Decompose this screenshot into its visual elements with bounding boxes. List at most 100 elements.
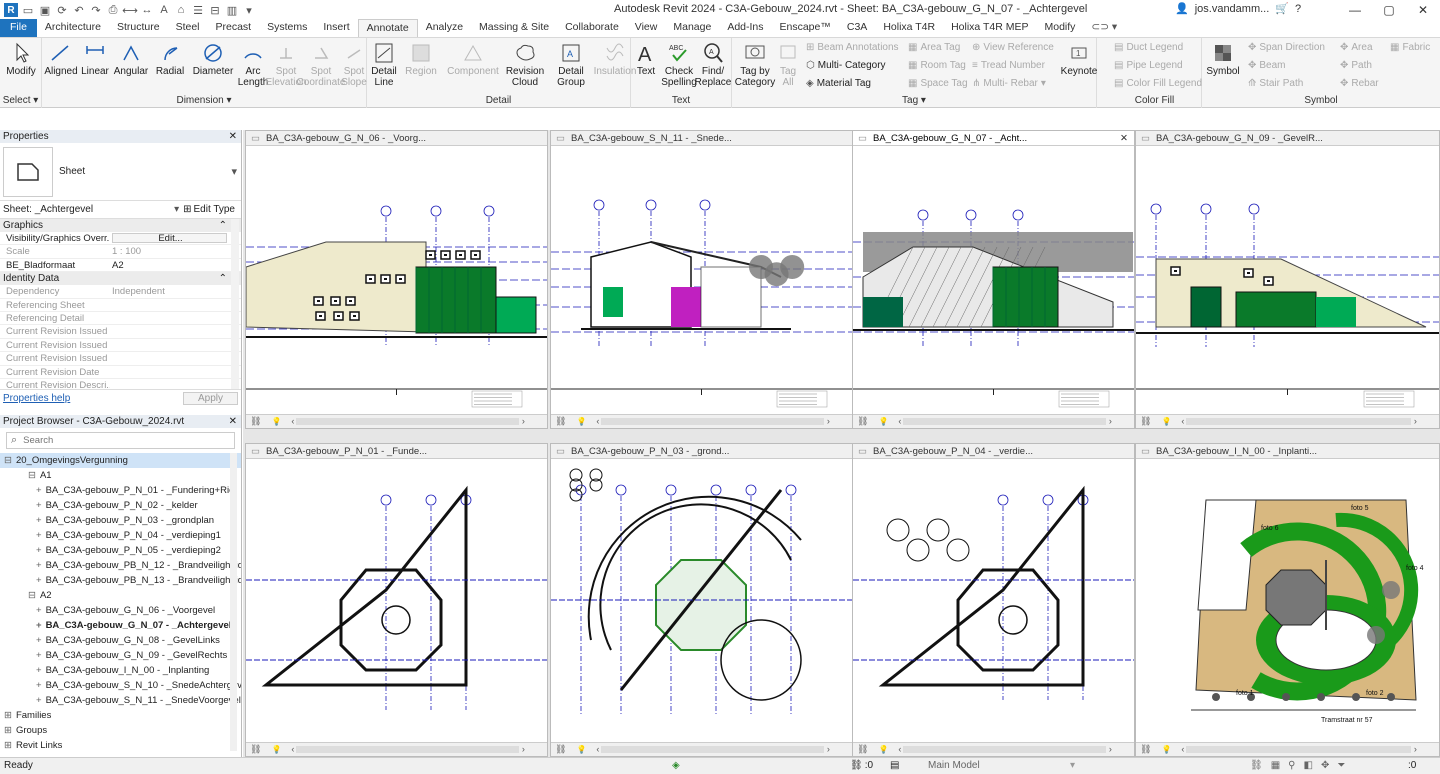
detail-component-button[interactable]: Component: [445, 42, 501, 77]
property-row[interactable]: BE_Bladformaat A2: [0, 259, 241, 273]
expand-icon[interactable]: ⊞: [4, 710, 12, 721]
scroll-right-icon[interactable]: ›: [1411, 744, 1417, 754]
expand-icon[interactable]: +: [36, 575, 42, 586]
sync-icon[interactable]: ⟳: [55, 3, 69, 17]
context-dropdown[interactable]: ⊂⊃ ▾: [1083, 19, 1125, 37]
view-window[interactable]: BA_C3A-gebouw_P_N_03 - _grond... ▭ ⛓ 💡 ‹ ›: [550, 443, 853, 757]
area-tag-button[interactable]: ▦ Area Tag: [908, 42, 960, 53]
tab-holixa-t4r[interactable]: Holixa T4R: [875, 19, 943, 37]
browser-root-families[interactable]: ⊞ Families: [0, 708, 241, 723]
link-icon[interactable]: ⛓: [250, 744, 261, 754]
view-tab[interactable]: BA_C3A-gebouw_P_N_01 - _Funde... ▭: [246, 444, 547, 459]
duct-legend-button[interactable]: ▤ Duct Legend: [1114, 42, 1183, 53]
view-canvas[interactable]: [853, 460, 1134, 741]
tag-label[interactable]: Tag ▾: [732, 95, 1096, 106]
horizontal-scrollbar[interactable]: [1186, 418, 1412, 426]
property-row[interactable]: Referencing Sheet: [0, 299, 241, 312]
reveal-icon[interactable]: 💡: [576, 745, 586, 754]
collapse-icon[interactable]: ⊟: [28, 590, 36, 601]
tab-architecture[interactable]: Architecture: [37, 19, 109, 37]
expand-icon[interactable]: +: [36, 650, 42, 661]
graphics-section[interactable]: Graphics ⌃: [0, 219, 241, 232]
reveal-icon[interactable]: 💡: [271, 417, 281, 426]
property-row[interactable]: Current Revision Date: [0, 366, 241, 379]
view-tab[interactable]: BA_C3A-gebouw_S_N_11 - _Snede... ▭: [551, 131, 852, 146]
scroll-left-icon[interactable]: ‹: [291, 744, 294, 754]
text-check-spelling-button[interactable]: ABC Check Spelling: [661, 42, 697, 88]
tab-annotate[interactable]: Annotate: [357, 19, 418, 37]
horizontal-scrollbar[interactable]: [601, 418, 825, 426]
sheet-item[interactable]: + BA_C3A-gebouw_PB_N_13 - _Brandveilighei…: [0, 573, 241, 588]
property-value[interactable]: [110, 366, 241, 378]
property-row[interactable]: Current Revision Issued ...: [0, 352, 241, 366]
multi-category-button[interactable]: ⬡ Multi- Category: [806, 60, 886, 71]
view-reference-button[interactable]: ⊕ View Reference: [972, 42, 1054, 53]
home-icon[interactable]: ⌂: [174, 3, 188, 17]
model-selector[interactable]: Main Model: [928, 758, 980, 774]
symbol-button[interactable]: Symbol: [1206, 42, 1240, 77]
sheet-item[interactable]: + BA_C3A-gebouw_G_N_08 - _GevelLinks: [0, 633, 241, 648]
view-canvas[interactable]: [551, 147, 852, 413]
user-name[interactable]: jos.vandamm...: [1195, 3, 1270, 15]
horizontal-scrollbar[interactable]: [601, 746, 825, 754]
horizontal-scrollbar[interactable]: [903, 418, 1107, 426]
fabric-button[interactable]: ▦ Fabric: [1390, 42, 1430, 53]
type-selector[interactable]: Sheet ▾: [0, 143, 241, 201]
detail-revision-cloud-button[interactable]: Revision Cloud: [505, 42, 545, 88]
tab-insert[interactable]: Insert: [315, 19, 357, 37]
close-icon[interactable]: ✕: [1120, 131, 1128, 145]
view-tab[interactable]: BA_C3A-gebouw_G_N_07 - _Acht... ▭ ✕: [853, 131, 1134, 146]
scroll-left-icon[interactable]: ‹: [291, 416, 294, 426]
thin-lines-icon[interactable]: ☰: [191, 3, 205, 17]
view-window[interactable]: BA_C3A-gebouw_G_N_09 - _GevelR... ▭ ⛓ 💡 ‹ ›: [1135, 130, 1440, 429]
identity-section[interactable]: Identity Data ⌃: [0, 272, 241, 286]
sheet-item[interactable]: + BA_C3A-gebouw_S_N_11 - _SnedeVoorgevel: [0, 693, 241, 708]
open-icon[interactable]: ▭: [21, 3, 35, 17]
switch-windows-icon[interactable]: ▥: [225, 3, 239, 17]
text-text-button[interactable]: A Text: [633, 42, 659, 77]
collapse-icon[interactable]: ⊟: [28, 470, 36, 481]
sheet-item[interactable]: + BA_C3A-gebouw_P_N_03 - _grondplan: [0, 513, 241, 528]
scroll-right-icon[interactable]: ›: [1106, 416, 1112, 426]
view-window[interactable]: BA_C3A-gebouw_P_N_01 - _Funde... ▭ ⛓ 💡 ‹ ›: [245, 443, 548, 757]
expand-icon[interactable]: +: [36, 530, 42, 541]
property-row[interactable]: Current Revision Issued ...: [0, 339, 241, 353]
tab-add-ins[interactable]: Add-Ins: [719, 19, 771, 37]
dimension-spot-slope-button[interactable]: Spot Slope: [338, 42, 370, 88]
view-window[interactable]: BA_C3A-gebouw_P_N_04 - _verdie... ▭ ⛓ 💡 ‹ ›: [852, 443, 1135, 757]
tab-holixa-t4r-mep[interactable]: Holixa T4R MEP: [943, 19, 1036, 37]
expand-icon[interactable]: +: [36, 545, 42, 556]
detail-detail-group-button[interactable]: A Detail Group: [553, 42, 589, 88]
scroll-left-icon[interactable]: ‹: [898, 416, 901, 426]
rebar-button[interactable]: ✥ Rebar: [1340, 78, 1379, 89]
horizontal-scrollbar[interactable]: [1186, 746, 1412, 754]
pipe-legend-button[interactable]: ▤ Pipe Legend: [1114, 60, 1183, 71]
link-icon[interactable]: ⛓: [250, 416, 261, 426]
property-value[interactable]: Edit...: [112, 233, 227, 244]
link-icon[interactable]: ⛓: [857, 416, 868, 426]
scroll-left-icon[interactable]: ‹: [1181, 744, 1184, 754]
worksharing-icon[interactable]: ◈: [672, 758, 680, 774]
reveal-icon[interactable]: 💡: [878, 417, 888, 426]
tab-structure[interactable]: Structure: [109, 19, 168, 37]
expand-icon[interactable]: +: [36, 620, 42, 631]
dimension-aligned-button[interactable]: Aligned: [44, 42, 78, 77]
property-value[interactable]: [110, 312, 241, 324]
expand-icon[interactable]: +: [36, 680, 42, 691]
expand-icon[interactable]: +: [36, 665, 42, 676]
expand-icon[interactable]: ⊞: [4, 725, 12, 736]
tab-modify[interactable]: Modify: [1036, 19, 1083, 37]
scroll-right-icon[interactable]: ›: [519, 744, 525, 754]
dimension-radial-button[interactable]: Radial: [152, 42, 188, 77]
dimension-label[interactable]: Dimension ▾: [42, 95, 366, 106]
property-row[interactable]: Scale 1 : 100: [0, 245, 241, 259]
search-input[interactable]: [23, 435, 204, 446]
view-tab[interactable]: BA_C3A-gebouw_G_N_09 - _GevelR... ▭: [1136, 131, 1439, 146]
close-button[interactable]: ✕: [1406, 0, 1440, 20]
redo-icon[interactable]: ↷: [89, 3, 103, 17]
area-button[interactable]: ✥ Area: [1340, 42, 1373, 53]
material-tag-button[interactable]: ◈ Material Tag: [806, 78, 871, 89]
view-canvas[interactable]: [551, 460, 852, 741]
tab-steel[interactable]: Steel: [168, 19, 208, 37]
property-row[interactable]: Referencing Detail: [0, 312, 241, 326]
